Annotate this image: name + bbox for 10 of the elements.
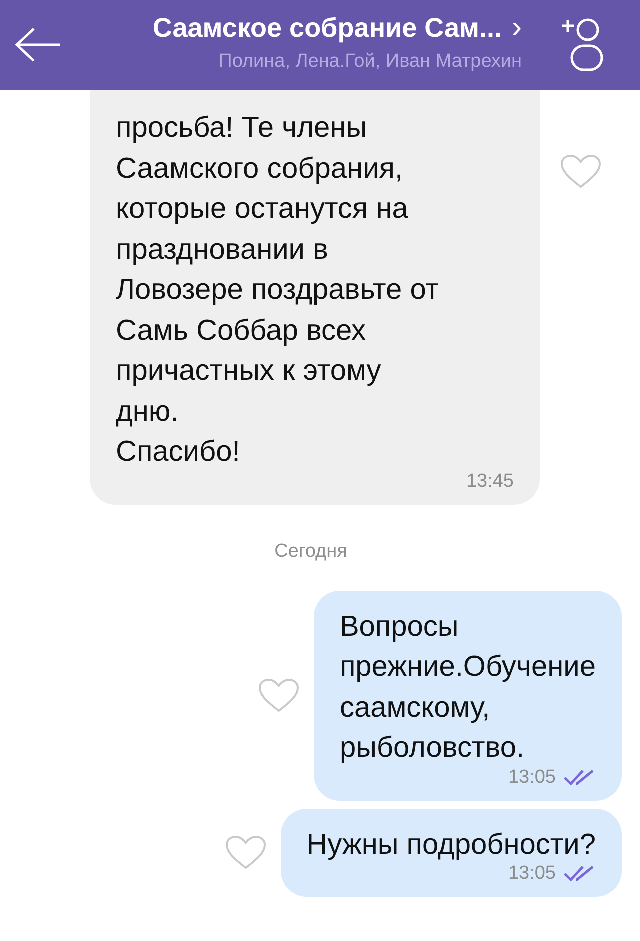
message-text: Вопросы прежние.Обучение саамскому, рыболовство. bbox=[340, 610, 596, 766]
message-text: Нужны подробности? bbox=[306, 828, 596, 862]
message-time: 13:05 bbox=[508, 863, 556, 885]
date-separator: Сегодня bbox=[274, 540, 348, 562]
participants-list: Полина, Лена.Гой, Иван Матрехин bbox=[218, 51, 522, 73]
chat-title[interactable]: Саамское собрание Сам... bbox=[152, 12, 502, 44]
chevron-icon[interactable]: › bbox=[512, 11, 522, 45]
message-text: просьба! Те члены Саамского собрания, которые останутся на праздновании в Ловозере поздравьте от Самь Соббар всех причастных к этому дню. Спасибо! bbox=[116, 111, 440, 470]
message-time: 13:05 bbox=[508, 766, 556, 788]
message-time: 13:45 bbox=[466, 470, 514, 492]
